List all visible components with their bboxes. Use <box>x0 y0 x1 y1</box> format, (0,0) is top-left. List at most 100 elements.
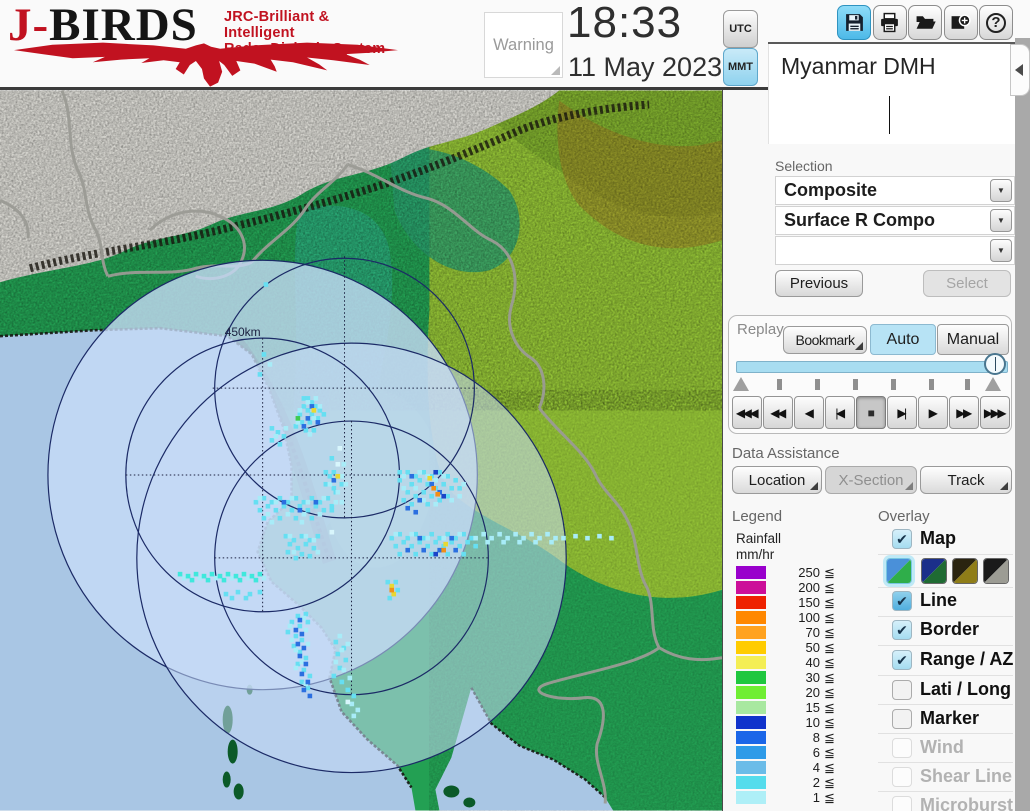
legend-value: 1 <box>812 790 820 805</box>
overlay-label-map[interactable]: Map <box>920 528 956 549</box>
legend-value: 8 <box>812 730 820 745</box>
overlay-label-lati-long[interactable]: Lati / Long <box>920 679 1011 700</box>
overlay-checkbox-lati-long[interactable] <box>892 680 912 700</box>
legend-suffix: ≦ <box>824 760 835 775</box>
overlay-checkbox-range-az[interactable]: ✔ <box>892 650 912 670</box>
legend-section-label: Legend <box>732 508 783 525</box>
legend-swatch <box>736 626 766 639</box>
bookmark-button[interactable]: Bookmark <box>783 326 867 354</box>
overlay-checkbox-border[interactable]: ✔ <box>892 620 912 640</box>
auto-mode-button[interactable]: Auto <box>870 324 936 355</box>
overlay-label-line[interactable]: Line <box>920 590 957 611</box>
mmt-button[interactable]: MMT <box>723 48 758 86</box>
replay-progress-track[interactable] <box>736 361 1008 373</box>
legend-suffix: ≦ <box>824 730 835 745</box>
x-section-button[interactable]: X-Section <box>825 466 917 494</box>
legend-row: 100 ≦ <box>736 610 856 626</box>
replay-range-start-marker[interactable] <box>733 377 749 391</box>
select-button[interactable]: Select <box>923 270 1011 297</box>
product-dropdown-1[interactable]: Composite ▼ <box>775 176 1015 205</box>
separator <box>878 645 1013 646</box>
replay-fast-forward-button[interactable]: ▶▶ <box>949 396 979 429</box>
overlay-checkbox-marker[interactable] <box>892 709 912 729</box>
replay-stop-button[interactable]: ■ <box>856 396 886 429</box>
replay-tick <box>853 379 858 390</box>
manual-mode-button[interactable]: Manual <box>937 324 1009 355</box>
map-style-black-gray[interactable] <box>983 558 1009 584</box>
legend-title-line2: mm/hr <box>736 547 775 562</box>
x-section-label: X-Section <box>838 471 904 489</box>
legend-value: 20 <box>805 685 820 700</box>
replay-play-button[interactable]: ▶ <box>918 396 948 429</box>
legend-swatch <box>736 596 766 609</box>
legend-value: 10 <box>805 715 820 730</box>
previous-button[interactable]: Previous <box>775 270 863 297</box>
utc-button[interactable]: UTC <box>723 10 758 48</box>
product-dropdown-2[interactable]: Surface R Compo ▼ <box>775 206 1015 235</box>
separator <box>878 791 1013 792</box>
legend-value: 15 <box>805 700 820 715</box>
warning-dropdown[interactable]: Warning <box>484 12 563 78</box>
chevron-down-icon[interactable]: ▼ <box>990 209 1012 232</box>
legend-suffix: ≦ <box>824 625 835 640</box>
replay-tick <box>891 379 896 390</box>
legend-swatch <box>736 686 766 699</box>
legend-title-line1: Rainfall <box>736 531 782 546</box>
overlay-checkbox-line[interactable]: ✔ <box>892 591 912 611</box>
legend-suffix: ≦ <box>824 790 835 805</box>
overlay-checkbox-wind <box>892 738 912 758</box>
replay-jump-end-button[interactable]: ▶▶▶ <box>980 396 1010 429</box>
new-window-icon <box>951 14 971 29</box>
replay-play-reverse-button[interactable]: ◀ <box>794 396 824 429</box>
overlay-section-label: Overlay <box>878 508 930 525</box>
legend-swatch <box>736 656 766 669</box>
new-window-button[interactable] <box>943 5 978 40</box>
panel-collapse-tab[interactable] <box>1010 44 1030 96</box>
overlay-checkbox-map[interactable]: ✔ <box>892 529 912 549</box>
legend-swatch <box>736 611 766 624</box>
print-icon <box>881 12 898 33</box>
replay-fast-rewind-button[interactable]: ◀◀ <box>763 396 793 429</box>
replay-progress-handle[interactable] <box>984 353 1006 375</box>
track-button[interactable]: Track <box>920 466 1012 494</box>
track-label: Track <box>947 471 985 489</box>
map-style-black-olive[interactable] <box>952 558 978 584</box>
legend-suffix: ≦ <box>824 745 835 760</box>
legend-row: 30 ≦ <box>736 670 856 686</box>
chevron-down-icon[interactable]: ▼ <box>990 179 1012 202</box>
jbirds-window: J-BIRDS JRC-Brilliant & Intelligent Rada… <box>0 0 1030 811</box>
legend-suffix: ≦ <box>824 715 835 730</box>
legend-row: 50 ≦ <box>736 640 856 656</box>
map-style-navy-green[interactable] <box>921 558 947 584</box>
replay-step-back-button[interactable]: |◀ <box>825 396 855 429</box>
print-button[interactable] <box>872 5 907 40</box>
open-file-button[interactable] <box>908 5 942 40</box>
legend-swatch <box>736 566 766 579</box>
legend-suffix: ≦ <box>824 565 835 580</box>
overlay-label-border[interactable]: Border <box>920 619 979 640</box>
separator <box>878 733 1013 734</box>
legend-value: 50 <box>805 640 820 655</box>
legend-swatch <box>736 791 766 804</box>
location-button[interactable]: Location <box>732 466 822 494</box>
legend-swatch <box>736 671 766 684</box>
menu-corner-icon <box>905 482 913 490</box>
replay-step-forward-button[interactable]: ▶| <box>887 396 917 429</box>
legend-row: 2 ≦ <box>736 775 856 791</box>
legend-row: 20 ≦ <box>736 685 856 701</box>
help-icon: ? <box>986 12 1006 33</box>
separator <box>878 675 1013 676</box>
product-dropdown-3[interactable]: ▼ <box>775 236 1015 265</box>
map-style-blue-green[interactable] <box>886 558 912 584</box>
replay-range-end-marker[interactable] <box>985 377 1001 391</box>
chevron-down-icon[interactable]: ▼ <box>990 239 1012 262</box>
overlay-label-range-az[interactable]: Range / AZ <box>920 649 1013 670</box>
menu-corner-icon <box>810 482 818 490</box>
replay-tick <box>815 379 820 390</box>
radar-map[interactable]: 450km <box>0 90 723 811</box>
overlay-label-marker[interactable]: Marker <box>920 708 979 729</box>
help-button[interactable]: ? <box>979 5 1013 40</box>
legend-suffix: ≦ <box>824 685 835 700</box>
replay-jump-start-button[interactable]: ◀◀◀ <box>732 396 762 429</box>
save-button[interactable] <box>837 5 871 40</box>
